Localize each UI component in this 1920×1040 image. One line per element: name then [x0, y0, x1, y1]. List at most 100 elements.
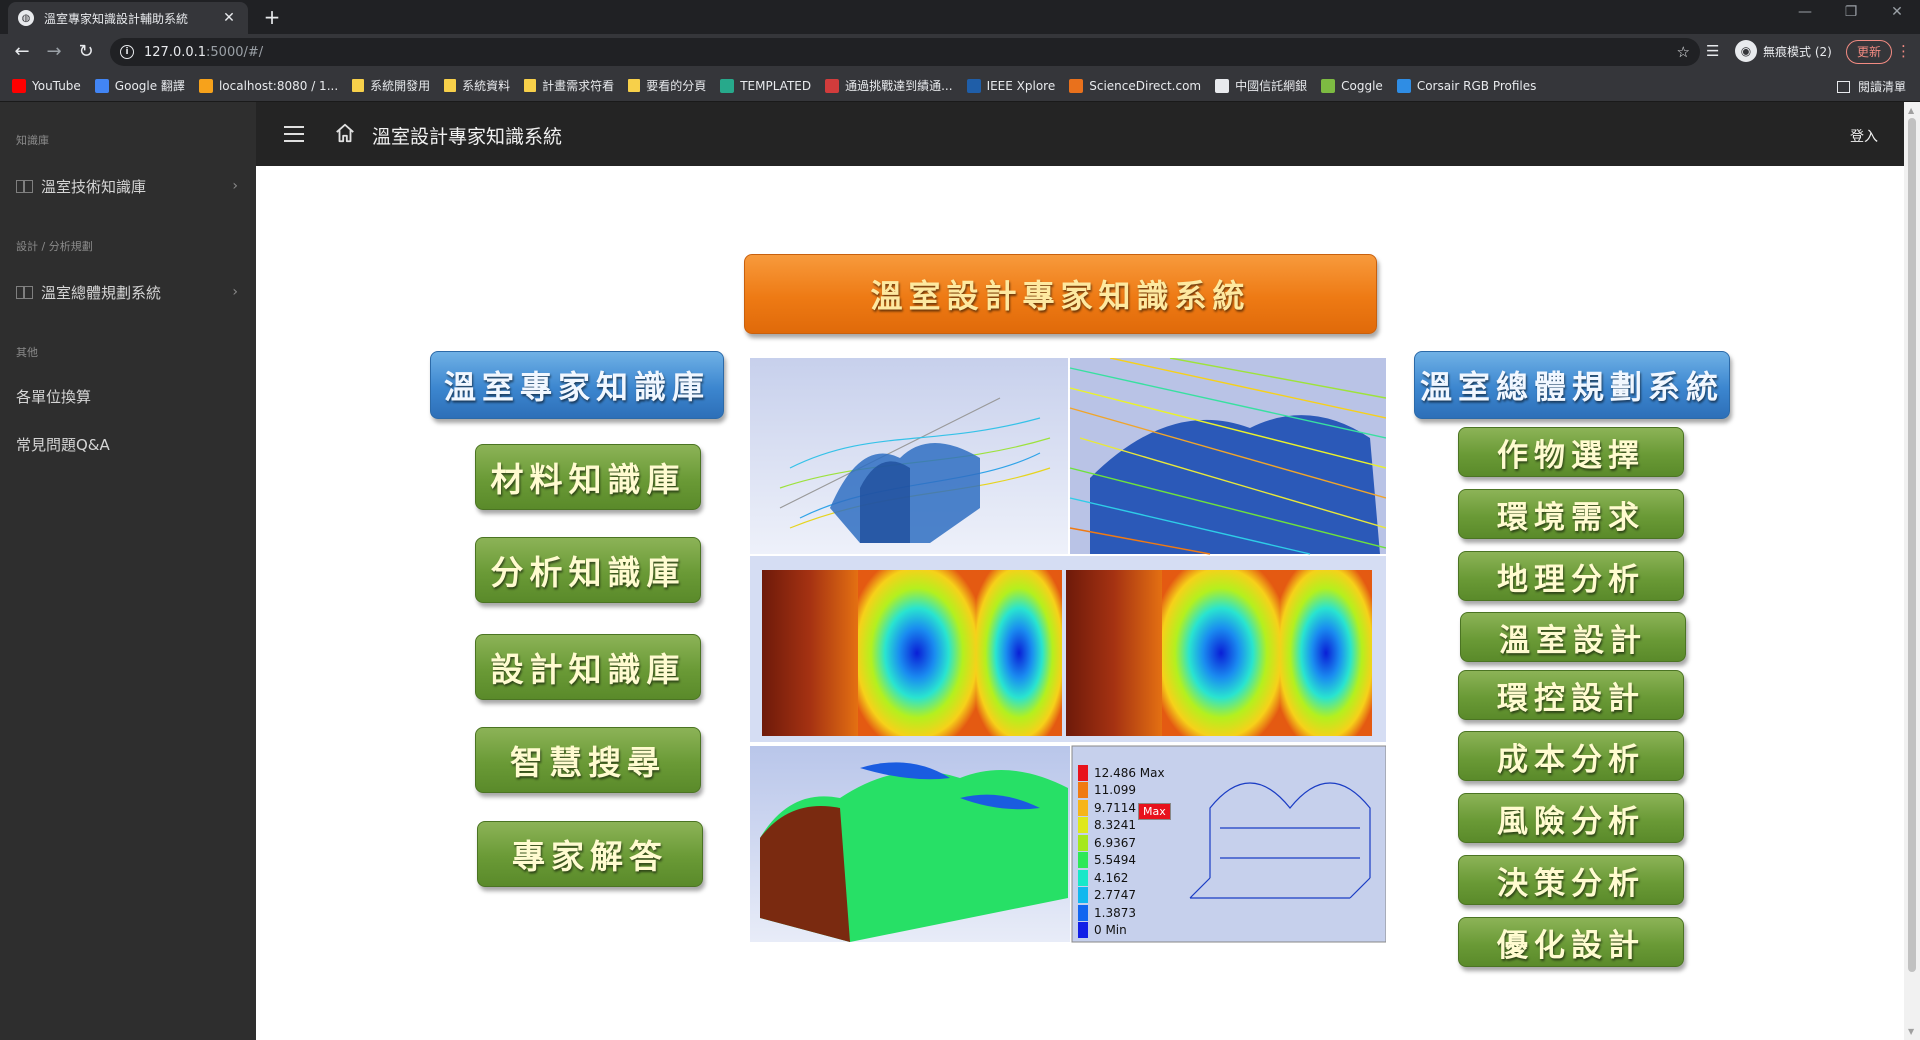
app-header: 溫室設計專家知識系統 登入 — [256, 102, 1904, 166]
globe-icon: ◍ — [18, 10, 34, 26]
bookmark-label: 要看的分頁 — [646, 79, 707, 93]
tab-title: 溫室專家知識設計輔助系統 — [44, 11, 189, 26]
url-path: :5000/#/ — [206, 44, 264, 60]
planning-button[interactable]: 環控設計 — [1458, 670, 1684, 720]
sidebar-item-faq[interactable]: 常見問題Q&A — [0, 424, 256, 464]
bookmark-item[interactable]: 系統資料 — [444, 77, 510, 94]
back-icon[interactable]: ← — [10, 40, 34, 64]
bookmark-item[interactable]: 通過挑戰達到績通... — [825, 77, 953, 94]
legend-swatch — [1078, 852, 1088, 869]
coggle-icon — [1321, 78, 1336, 93]
page-scrollbar[interactable]: ▲ ▼ — [1904, 102, 1920, 1040]
bookmark-item[interactable]: 計畫需求符看 — [524, 77, 614, 94]
legend-row: 11.099 — [1078, 782, 1168, 800]
planning-button[interactable]: 成本分析 — [1458, 731, 1684, 781]
planning-button[interactable]: 地理分析 — [1458, 551, 1684, 601]
browser-menu-icon[interactable]: ⋮ — [1896, 42, 1911, 60]
expert-knowledge-base-header[interactable]: 溫室專家知識庫 — [430, 351, 724, 419]
legend-swatch — [1078, 922, 1088, 939]
bookmark-item[interactable]: ScienceDirect.com — [1069, 78, 1201, 93]
reading-list-button[interactable]: 閱讀清單 — [1836, 78, 1906, 95]
restore-icon[interactable]: ❐ — [1836, 4, 1866, 20]
planning-button[interactable]: 決策分析 — [1458, 855, 1684, 905]
scroll-down-icon[interactable]: ▼ — [1908, 1027, 1914, 1036]
new-tab-button[interactable]: + — [260, 5, 284, 29]
bookmark-item[interactable]: TEMPLATED — [720, 78, 811, 93]
close-tab-icon[interactable]: ✕ — [220, 10, 238, 26]
planning-button[interactable]: 溫室設計 — [1460, 612, 1686, 662]
legend-value: 0 Min — [1094, 923, 1127, 938]
knowledge-button[interactable]: 智慧搜尋 — [475, 727, 701, 793]
incognito-profile[interactable]: ◉ 無痕模式 (2) — [1735, 40, 1832, 62]
planning-button[interactable]: 環境需求 — [1458, 489, 1684, 539]
globe-icon — [1215, 78, 1230, 93]
hamburger-menu-icon[interactable] — [284, 126, 304, 142]
bookmark-item[interactable]: YouTube — [12, 78, 81, 93]
ieee-icon — [966, 78, 981, 93]
bookmark-label: IEEE Xplore — [986, 78, 1056, 93]
home-icon[interactable] — [334, 122, 356, 144]
bookmark-item[interactable]: Corsair RGB Profiles — [1396, 78, 1536, 93]
planning-button[interactable]: 風險分析 — [1458, 793, 1684, 843]
book-icon — [16, 179, 33, 193]
reading-list-icon — [1836, 80, 1850, 93]
browser-tabbar: ◍ 溫室專家知識設計輔助系統 ✕ + — ❐ ✕ — [0, 0, 1920, 34]
bookmark-label: 系統資料 — [462, 79, 511, 93]
folder-icon — [444, 79, 457, 92]
knowledge-button[interactable]: 材料知識庫 — [475, 444, 701, 510]
chevron-right-icon: › — [232, 178, 238, 194]
site-info-icon[interactable]: i — [120, 45, 134, 59]
folder-icon — [524, 79, 537, 92]
knowledge-button[interactable]: 專家解答 — [477, 821, 703, 887]
sidebar-item-label: 常見問題Q&A — [16, 435, 110, 454]
legend-row: 6.9367 — [1078, 834, 1168, 852]
bookmark-star-icon[interactable]: ☆ — [1677, 43, 1690, 61]
sidebar-item-unit-conversion[interactable]: 各單位換算 — [0, 376, 256, 416]
sidebar-item-greenhouse-knowledge[interactable]: 溫室技術知識庫 › — [0, 166, 256, 206]
incognito-icon: ◉ — [1735, 40, 1757, 62]
legend-swatch — [1078, 799, 1088, 816]
bookmark-item[interactable]: 中國信託網銀 — [1215, 77, 1307, 94]
knowledge-button[interactable]: 分析知識庫 — [475, 537, 701, 603]
login-button[interactable]: 登入 — [1850, 126, 1878, 146]
stress-legend: 12.486 Max 11.099 9.7114 8.3241 6.9367 5.5494… — [1078, 764, 1168, 939]
update-button[interactable]: 更新 — [1846, 40, 1893, 64]
address-bar[interactable]: i 127.0.0.1:5000/#/ ☆ — [110, 38, 1700, 66]
bookmark-label: localhost:8080 / 1... — [218, 78, 339, 93]
bookmark-item[interactable]: Coggle — [1321, 78, 1383, 93]
bookmark-label: YouTube — [32, 78, 81, 93]
bookmark-item[interactable]: localhost:8080 / 1... — [198, 78, 339, 93]
bookmark-item[interactable]: Google 翻譯 — [94, 77, 185, 94]
max-tag: Max — [1138, 803, 1171, 820]
book-icon — [16, 285, 33, 299]
sidebar-section-design: 設計 / 分析規劃 — [16, 240, 93, 253]
forward-icon[interactable]: → — [42, 40, 66, 64]
bookmark-item[interactable]: 系統開發用 — [352, 77, 430, 94]
planning-system-header[interactable]: 溫室總體規劃系統 — [1414, 351, 1730, 419]
bookmark-item[interactable]: IEEE Xplore — [966, 78, 1056, 93]
sidebar-item-label: 各單位換算 — [16, 387, 92, 406]
bookmarks-bar: YouTube Google 翻譯 localhost:8080 / 1... 系統開… — [0, 70, 1920, 102]
close-window-icon[interactable]: ✕ — [1882, 4, 1912, 20]
sidebar-section-knowledge: 知識庫 — [16, 134, 49, 147]
legend-row: 4.162 — [1078, 869, 1168, 887]
minimize-icon[interactable]: — — [1790, 4, 1820, 20]
legend-swatch — [1078, 887, 1088, 904]
corsair-icon — [1396, 78, 1411, 93]
legend-row: 2.7747 — [1078, 887, 1168, 905]
legend-value: 12.486 Max — [1094, 765, 1165, 780]
bookmark-item[interactable]: 要看的分頁 — [628, 77, 706, 94]
reload-icon[interactable]: ↻ — [74, 40, 98, 64]
legend-row: 0 Min — [1078, 922, 1168, 940]
media-queue-icon[interactable]: ☰ — [1706, 42, 1719, 60]
knowledge-button[interactable]: 設計知識庫 — [475, 634, 701, 700]
sidebar-item-planning-system[interactable]: 溫室總體規劃系統 › — [0, 272, 256, 312]
browser-tab[interactable]: ◍ 溫室專家知識設計輔助系統 ✕ — [8, 2, 248, 34]
planning-button[interactable]: 作物選擇 — [1458, 427, 1684, 477]
bookmark-label: Google 翻譯 — [114, 79, 185, 93]
youtube-icon — [12, 78, 26, 93]
scroll-up-icon[interactable]: ▲ — [1908, 106, 1914, 115]
sidebar-section-other: 其他 — [16, 346, 38, 359]
scrollbar-thumb[interactable] — [1908, 118, 1916, 972]
planning-button[interactable]: 優化設計 — [1458, 917, 1684, 967]
